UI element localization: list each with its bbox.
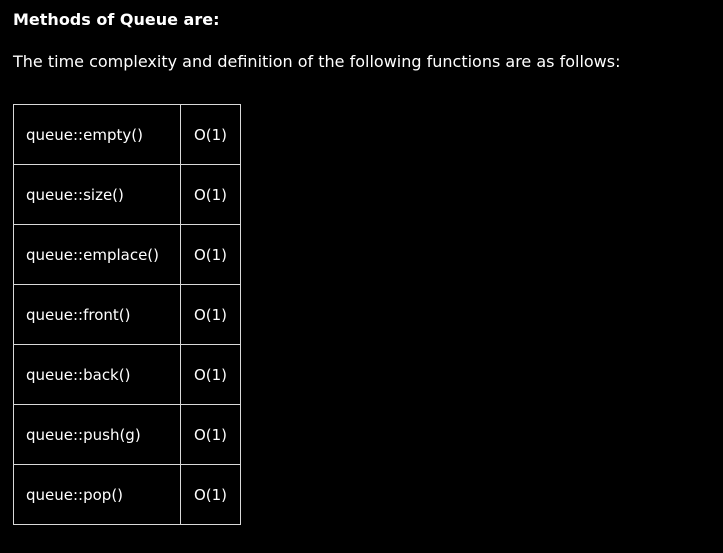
complexity-cell: O(1) bbox=[180, 164, 241, 225]
method-name-cell: queue::pop() bbox=[13, 464, 181, 525]
complexity-cell: O(1) bbox=[180, 224, 241, 285]
complexity-cell: O(1) bbox=[180, 284, 241, 345]
method-name-cell: queue::push(g) bbox=[13, 404, 181, 465]
table-row: queue::size() O(1) bbox=[13, 164, 241, 225]
method-name-cell: queue::back() bbox=[13, 344, 181, 405]
method-name-cell: queue::empty() bbox=[13, 104, 181, 165]
complexity-cell: O(1) bbox=[180, 404, 241, 465]
complexity-cell: O(1) bbox=[180, 344, 241, 405]
method-name-cell: queue::size() bbox=[13, 164, 181, 225]
complexity-cell: O(1) bbox=[180, 104, 241, 165]
methods-table: queue::empty() O(1) queue::size() O(1) q… bbox=[13, 104, 241, 525]
table-row: queue::push(g) O(1) bbox=[13, 404, 241, 465]
method-name-cell: queue::emplace() bbox=[13, 224, 181, 285]
table-row: queue::empty() O(1) bbox=[13, 104, 241, 165]
table-row: queue::emplace() O(1) bbox=[13, 224, 241, 285]
intro-paragraph: The time complexity and definition of th… bbox=[13, 52, 621, 71]
table-row: queue::front() O(1) bbox=[13, 284, 241, 345]
section-heading: Methods of Queue are: bbox=[13, 10, 220, 29]
table-row: queue::back() O(1) bbox=[13, 344, 241, 405]
complexity-cell: O(1) bbox=[180, 464, 241, 525]
method-name-cell: queue::front() bbox=[13, 284, 181, 345]
table-row: queue::pop() O(1) bbox=[13, 464, 241, 525]
